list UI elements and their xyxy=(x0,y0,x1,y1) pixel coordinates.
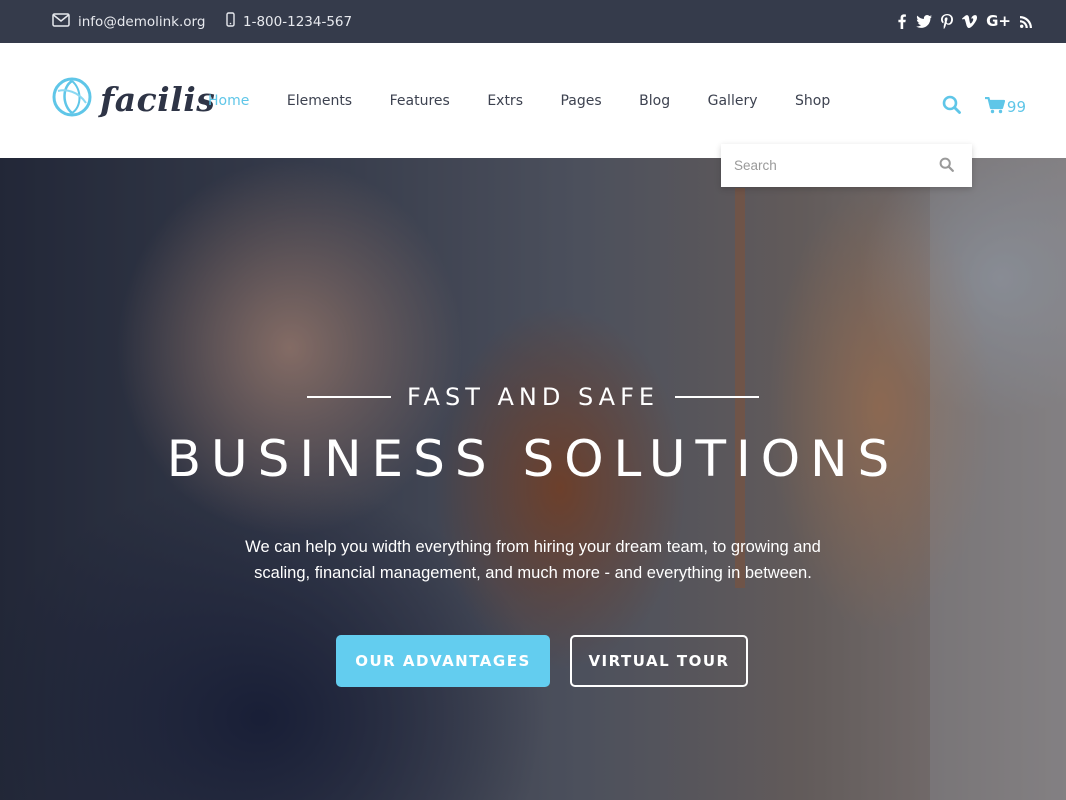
email-text[interactable]: info@demolink.org xyxy=(78,14,205,30)
search-dropdown xyxy=(721,144,972,187)
hero-section: FAST AND SAFE BUSINESS SOLUTIONS We can … xyxy=(0,158,1066,800)
hero-eyebrow: FAST AND SAFE xyxy=(0,383,1066,411)
eyebrow-line-right xyxy=(675,396,760,398)
mobile-phone-icon xyxy=(226,12,243,31)
nav-item-blog[interactable]: Blog xyxy=(639,93,670,109)
nav-item-gallery[interactable]: Gallery xyxy=(708,93,758,109)
vimeo-icon[interactable] xyxy=(962,15,978,28)
search-input[interactable] xyxy=(721,144,921,187)
hero-description: We can help you width everything from hi… xyxy=(245,538,821,582)
phone-contact[interactable]: 1-800-1234-567 xyxy=(226,0,352,43)
main-nav: Home Elements Features Extrs Pages Blog … xyxy=(208,43,868,158)
swirl-logo-icon xyxy=(52,77,92,122)
email-contact[interactable]: info@demolink.org xyxy=(52,0,205,43)
nav-item-shop[interactable]: Shop xyxy=(795,93,830,109)
phone-text[interactable]: 1-800-1234-567 xyxy=(243,14,352,30)
our-advantages-button[interactable]: OUR ADVANTAGES xyxy=(336,635,550,687)
search-toggle-icon[interactable] xyxy=(942,95,961,119)
search-submit-icon[interactable] xyxy=(939,157,954,177)
hero-title: BUSINESS SOLUTIONS xyxy=(166,430,900,488)
virtual-tour-button[interactable]: VIRTUAL TOUR xyxy=(570,635,748,687)
rss-icon[interactable] xyxy=(1020,15,1032,28)
nav-item-home[interactable]: Home xyxy=(208,93,249,109)
social-links: G+ xyxy=(897,0,1032,43)
envelope-icon xyxy=(52,12,78,31)
nav-item-pages[interactable]: Pages xyxy=(560,93,601,109)
eyebrow-line-left xyxy=(306,396,391,398)
site-logo[interactable]: facilis xyxy=(52,77,215,122)
site-header: facilis Home Elements Features Extrs Pag… xyxy=(0,43,1066,158)
nav-item-features[interactable]: Features xyxy=(390,93,450,109)
cart-button[interactable]: 99 xyxy=(984,96,1026,118)
shopping-cart-icon xyxy=(984,96,1007,118)
facebook-icon[interactable] xyxy=(897,14,907,29)
cart-count: 99 xyxy=(1006,98,1026,116)
logo-text: facilis xyxy=(100,80,216,119)
header-actions: 99 xyxy=(942,95,1026,119)
google-plus-icon[interactable]: G+ xyxy=(986,14,1011,29)
nav-item-elements[interactable]: Elements xyxy=(287,93,352,109)
twitter-icon[interactable] xyxy=(916,15,933,28)
nav-item-extrs[interactable]: Extrs xyxy=(487,93,523,109)
pinterest-icon[interactable] xyxy=(941,14,954,29)
hero-eyebrow-text: FAST AND SAFE xyxy=(406,383,660,411)
topbar: info@demolink.org 1-800-1234-567 G+ xyxy=(0,0,1066,43)
